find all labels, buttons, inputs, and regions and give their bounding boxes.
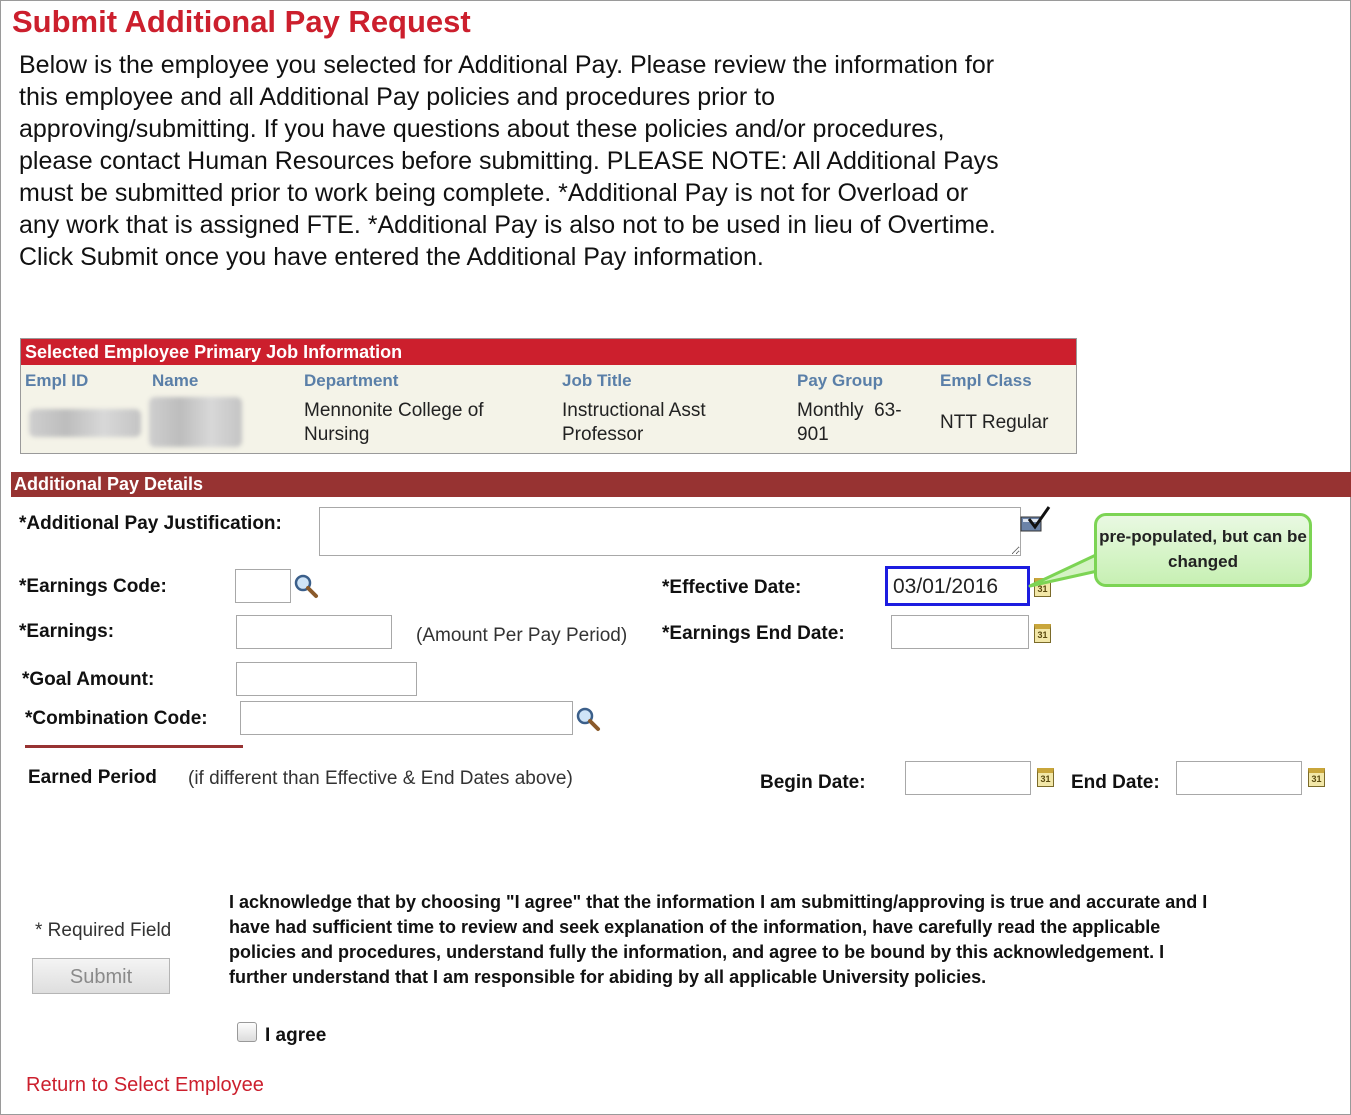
pay-group-line1: Monthly 63- — [797, 400, 902, 421]
col-name: Name — [152, 371, 199, 390]
earnings-code-lookup-icon[interactable] — [293, 573, 319, 599]
goal-amount-input[interactable] — [236, 662, 417, 696]
job-info-box: Selected Employee Primary Job Informatio… — [20, 338, 1077, 454]
col-department: Department — [304, 371, 399, 390]
justification-label: *Additional Pay Justification: — [19, 513, 282, 534]
department-line2: Nursing — [304, 424, 370, 445]
earnings-note: (Amount Per Pay Period) — [416, 625, 628, 646]
goal-amount-label: *Goal Amount: — [22, 669, 155, 690]
effective-date-input[interactable]: 03/01/2016 — [885, 566, 1030, 606]
earnings-input[interactable] — [236, 615, 392, 649]
earnings-code-input[interactable] — [235, 569, 291, 603]
begin-date-label: Begin Date: — [760, 772, 866, 793]
earned-period-label: Earned Period — [28, 767, 157, 788]
page-title: Submit Additional Pay Request — [12, 4, 471, 39]
required-field-note: * Required Field — [35, 920, 172, 941]
combination-code-label: *Combination Code: — [25, 708, 208, 729]
prepopulated-callout: pre-populated, but can be changed — [1094, 513, 1312, 587]
col-empl-class: Empl Class — [940, 371, 1032, 390]
earnings-code-label: *Earnings Code: — [19, 576, 167, 597]
col-job-title: Job Title — [562, 371, 632, 390]
details-header: Additional Pay Details — [11, 472, 1351, 497]
submit-button[interactable]: Submit — [32, 958, 170, 994]
end-date-label: End Date: — [1071, 772, 1160, 793]
earnings-end-date-label: *Earnings End Date: — [662, 623, 845, 644]
earned-period-note: (if different than Effective & End Dates… — [188, 768, 573, 789]
department-line1: Mennonite College of — [304, 400, 484, 421]
earnings-end-date-input[interactable] — [891, 615, 1029, 649]
pay-group-line2: 901 — [797, 424, 829, 445]
acknowledgement-text: I acknowledge that by choosing "I agree"… — [229, 892, 1208, 987]
combination-code-input[interactable] — [240, 701, 573, 735]
return-to-select-employee-link[interactable]: Return to Select Employee — [26, 1074, 264, 1097]
end-date-calendar-icon[interactable]: 31 — [1308, 768, 1325, 787]
job-info-header: Selected Employee Primary Job Informatio… — [21, 339, 1076, 365]
earnings-end-date-calendar-icon[interactable]: 31 — [1034, 624, 1051, 643]
col-empl-id: Empl ID — [25, 371, 89, 390]
begin-date-input[interactable] — [905, 761, 1031, 795]
col-pay-group: Pay Group — [797, 371, 883, 390]
earnings-label: *Earnings: — [19, 621, 115, 642]
section-divider — [25, 745, 243, 748]
empl-class-value: NTT Regular — [940, 412, 1049, 433]
empl-id-redacted — [29, 409, 141, 437]
agree-label: I agree — [265, 1025, 327, 1046]
job-title-line2: Professor — [562, 424, 644, 445]
end-date-input[interactable] — [1176, 761, 1302, 795]
combination-code-lookup-icon[interactable] — [575, 706, 601, 732]
job-title-line1: Instructional Asst — [562, 400, 706, 421]
name-redacted — [149, 397, 242, 447]
spell-check-icon[interactable] — [1019, 505, 1053, 535]
agree-checkbox[interactable] — [237, 1022, 257, 1042]
effective-date-label: *Effective Date: — [662, 577, 802, 598]
begin-date-calendar-icon[interactable]: 31 — [1037, 768, 1054, 787]
justification-textarea[interactable] — [319, 507, 1021, 556]
intro-text: Below is the employee you selected for A… — [19, 51, 999, 271]
